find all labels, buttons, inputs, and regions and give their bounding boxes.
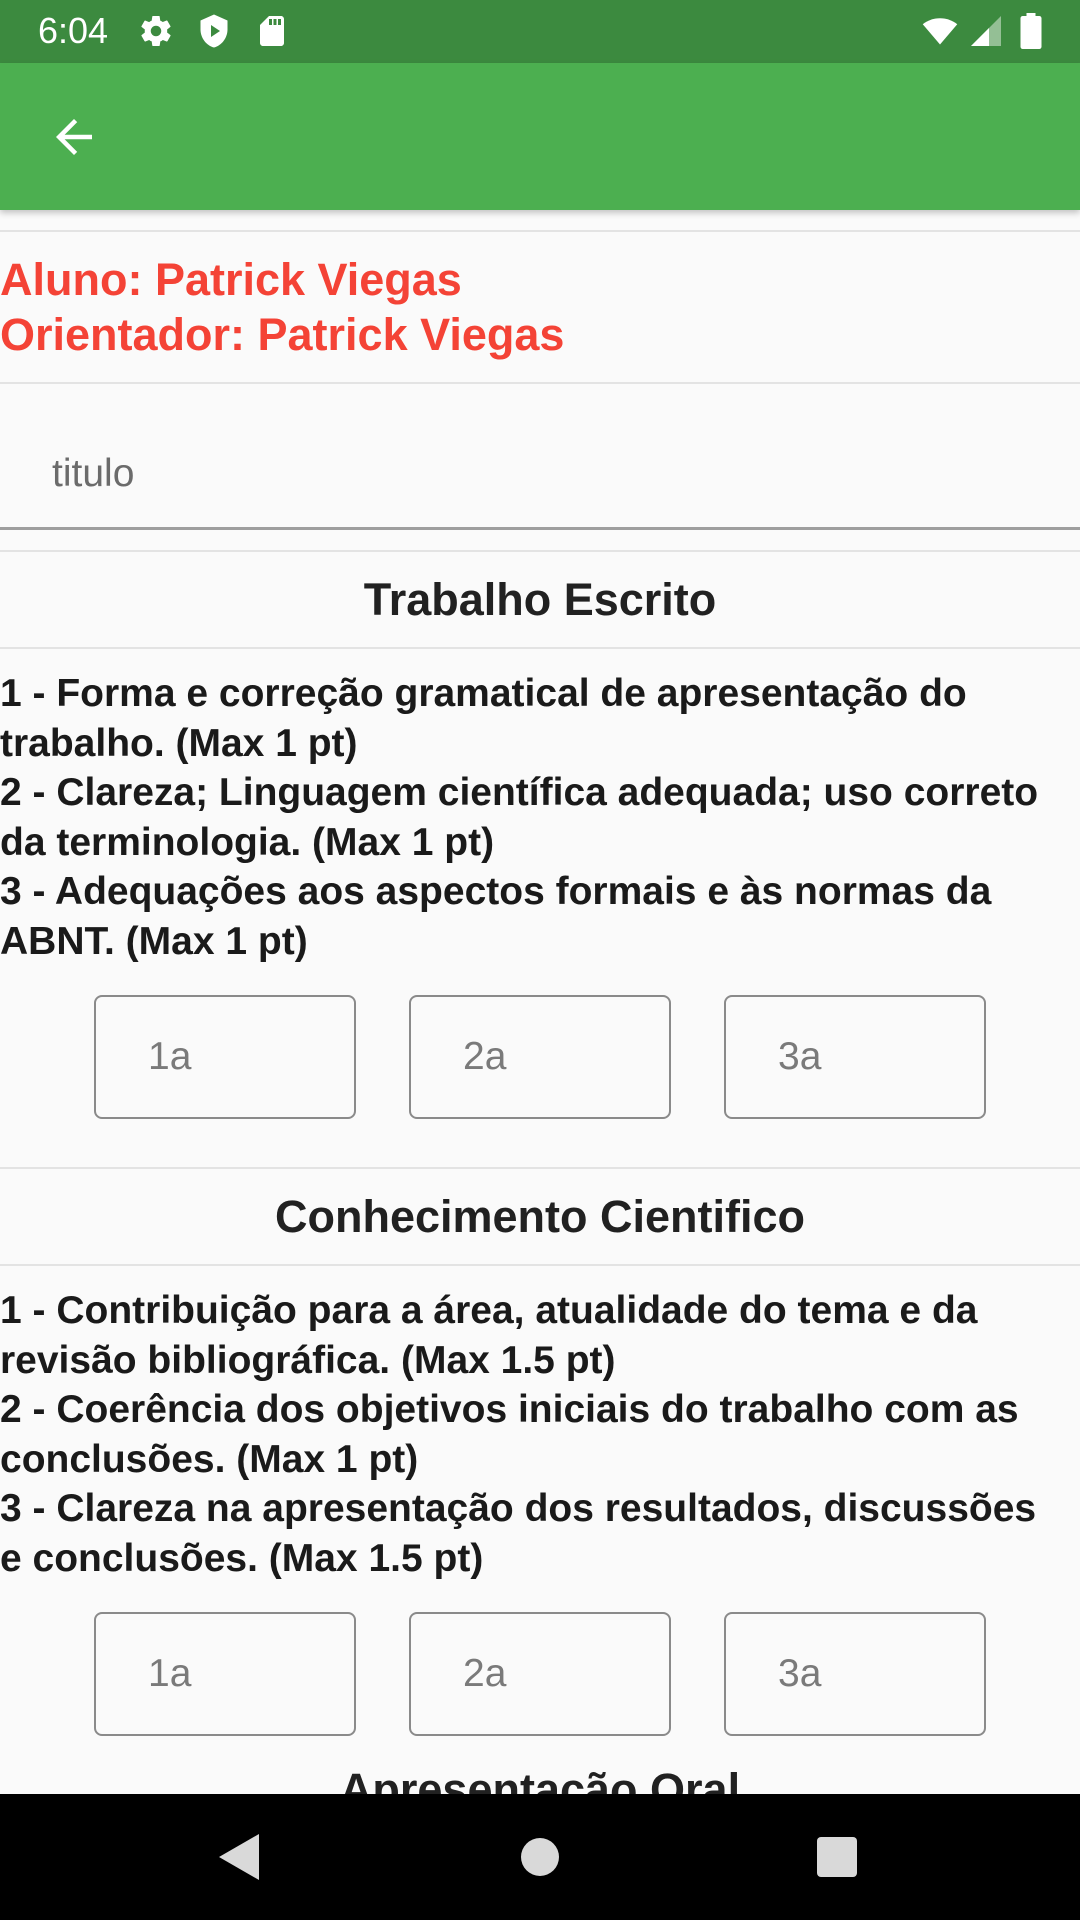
divider [0, 382, 1080, 384]
navigation-bar [0, 1794, 1080, 1920]
gear-icon [138, 13, 174, 49]
back-button[interactable] [30, 93, 118, 181]
nav-recents-button[interactable] [804, 1824, 870, 1890]
criteria-line: da terminologia. (Max 1 pt) [0, 820, 495, 864]
criteria-line: trabalho. (Max 1 pt) [0, 721, 358, 765]
signal-icon [968, 13, 1004, 49]
divider [0, 1264, 1080, 1266]
criteria-line: 1 - Forma e correção gramatical de apres… [0, 672, 967, 715]
screen: 6:04 Aluno: Patrick Viegas Orientador: P… [0, 0, 1080, 1920]
battery-icon [1014, 13, 1048, 49]
criteria-line: 1 - Contribuição para a área, atualidade… [0, 1289, 978, 1332]
status-bar: 6:04 [0, 0, 1080, 63]
criteria-line: 3 - Adequações aos aspectos formais e às… [0, 870, 992, 913]
score-input-3a[interactable] [724, 1612, 986, 1736]
score-input-3a[interactable] [724, 995, 986, 1119]
divider [0, 1167, 1080, 1169]
wifi-icon [920, 13, 960, 49]
shield-icon [196, 13, 232, 49]
divider [0, 647, 1080, 649]
title-input[interactable] [0, 420, 1080, 530]
section-title-conhecimento-cientifico: Conhecimento Cientifico [274, 1191, 806, 1242]
recents-square-icon [817, 1837, 857, 1877]
divider [0, 550, 1080, 552]
back-triangle-icon [219, 1834, 259, 1880]
app-bar [0, 63, 1080, 210]
score-input-2a[interactable] [409, 995, 671, 1119]
arrow-back-icon [56, 119, 92, 155]
criteria-line: ABNT. (Max 1 pt) [0, 919, 308, 963]
criteria-list-trabalho-escrito: 1 - Forma e correção gramatical de apres… [0, 669, 1080, 966]
section-title-trabalho-escrito: Trabalho Escrito [363, 574, 717, 625]
home-circle-icon [521, 1838, 559, 1876]
criteria-line: conclusões. (Max 1 pt) [0, 1437, 419, 1481]
nav-home-button[interactable] [507, 1824, 573, 1890]
criteria-line: 3 - Clareza na apresentação dos resultad… [0, 1487, 1037, 1530]
student-info: Aluno: Patrick Viegas Orientador: Patric… [0, 252, 1080, 362]
score-input-2a[interactable] [409, 1612, 671, 1736]
advisor-name: Orientador: Patrick Viegas [0, 309, 565, 360]
divider [0, 230, 1080, 232]
student-name: Aluno: Patrick Viegas [0, 254, 462, 305]
score-input-1a[interactable] [94, 995, 356, 1119]
criteria-line: 2 - Clareza; Linguagem científica adequa… [0, 771, 1039, 814]
criteria-list-conhecimento-cientifico: 1 - Contribuição para a área, atualidade… [0, 1286, 1080, 1583]
criteria-line: revisão bibliográfica. (Max 1.5 pt) [0, 1338, 616, 1382]
sd-card-icon [254, 13, 290, 49]
criteria-line: 2 - Coerência dos objetivos iniciais do … [0, 1388, 1019, 1431]
nav-back-button[interactable] [205, 1824, 271, 1890]
criteria-line: e conclusões. (Max 1.5 pt) [0, 1536, 484, 1580]
score-input-1a[interactable] [94, 1612, 356, 1736]
status-time: 6:04 [38, 10, 109, 51]
